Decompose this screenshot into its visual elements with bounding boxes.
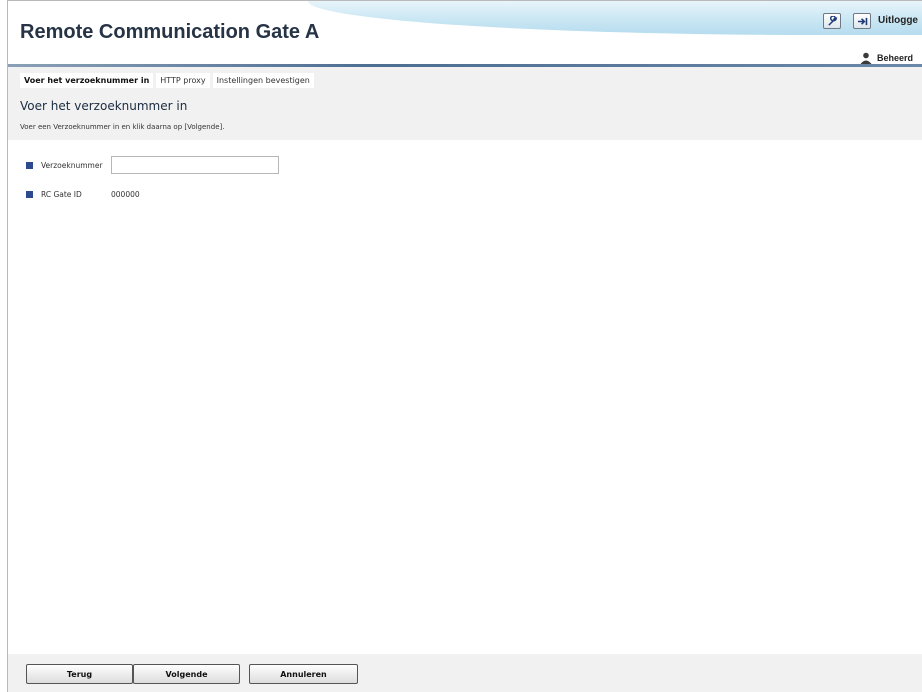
request-number-label: Verzoeknummer [41,160,103,170]
logout-link[interactable]: Uitlogge [878,15,918,26]
step-request-number: Voer het verzoeknummer in [20,73,154,88]
wrench-glyph [827,15,837,26]
cancel-button[interactable]: Annuleren [249,664,358,684]
logout-arrow-icon[interactable] [853,13,871,29]
app-frame: Remote Communication Gate A Uitlogge Beh… [7,0,922,692]
user-name: Beheerd [877,53,914,63]
wrench-icon[interactable] [823,13,841,29]
gate-id-row: RC Gate ID 000000 [26,190,140,199]
back-button[interactable]: Terug [26,664,133,684]
next-button[interactable]: Volgende [133,664,240,684]
gate-id-value: 000000 [111,190,140,199]
bullet-icon [26,191,33,198]
step-breadcrumb: Voer het verzoeknummer in HTTP proxy Ins… [20,73,317,88]
request-number-row: Verzoeknummer [26,156,279,174]
bullet-icon [26,161,33,169]
step-confirm-settings: Instellingen bevestigen [212,73,314,88]
person-icon [860,52,872,64]
header: Remote Communication Gate A Uitlogge Beh… [8,1,922,65]
logout-glyph [857,17,867,25]
request-number-input[interactable] [111,156,279,174]
step-http-proxy: HTTP proxy [156,73,210,88]
app-title: Remote Communication Gate A [20,21,320,43]
page-title: Voer het verzoeknummer in [20,99,188,113]
gate-id-label: RC Gate ID [41,190,82,199]
page-instruction: Voer een Verzoeknummer in en klik daarna… [20,123,225,131]
